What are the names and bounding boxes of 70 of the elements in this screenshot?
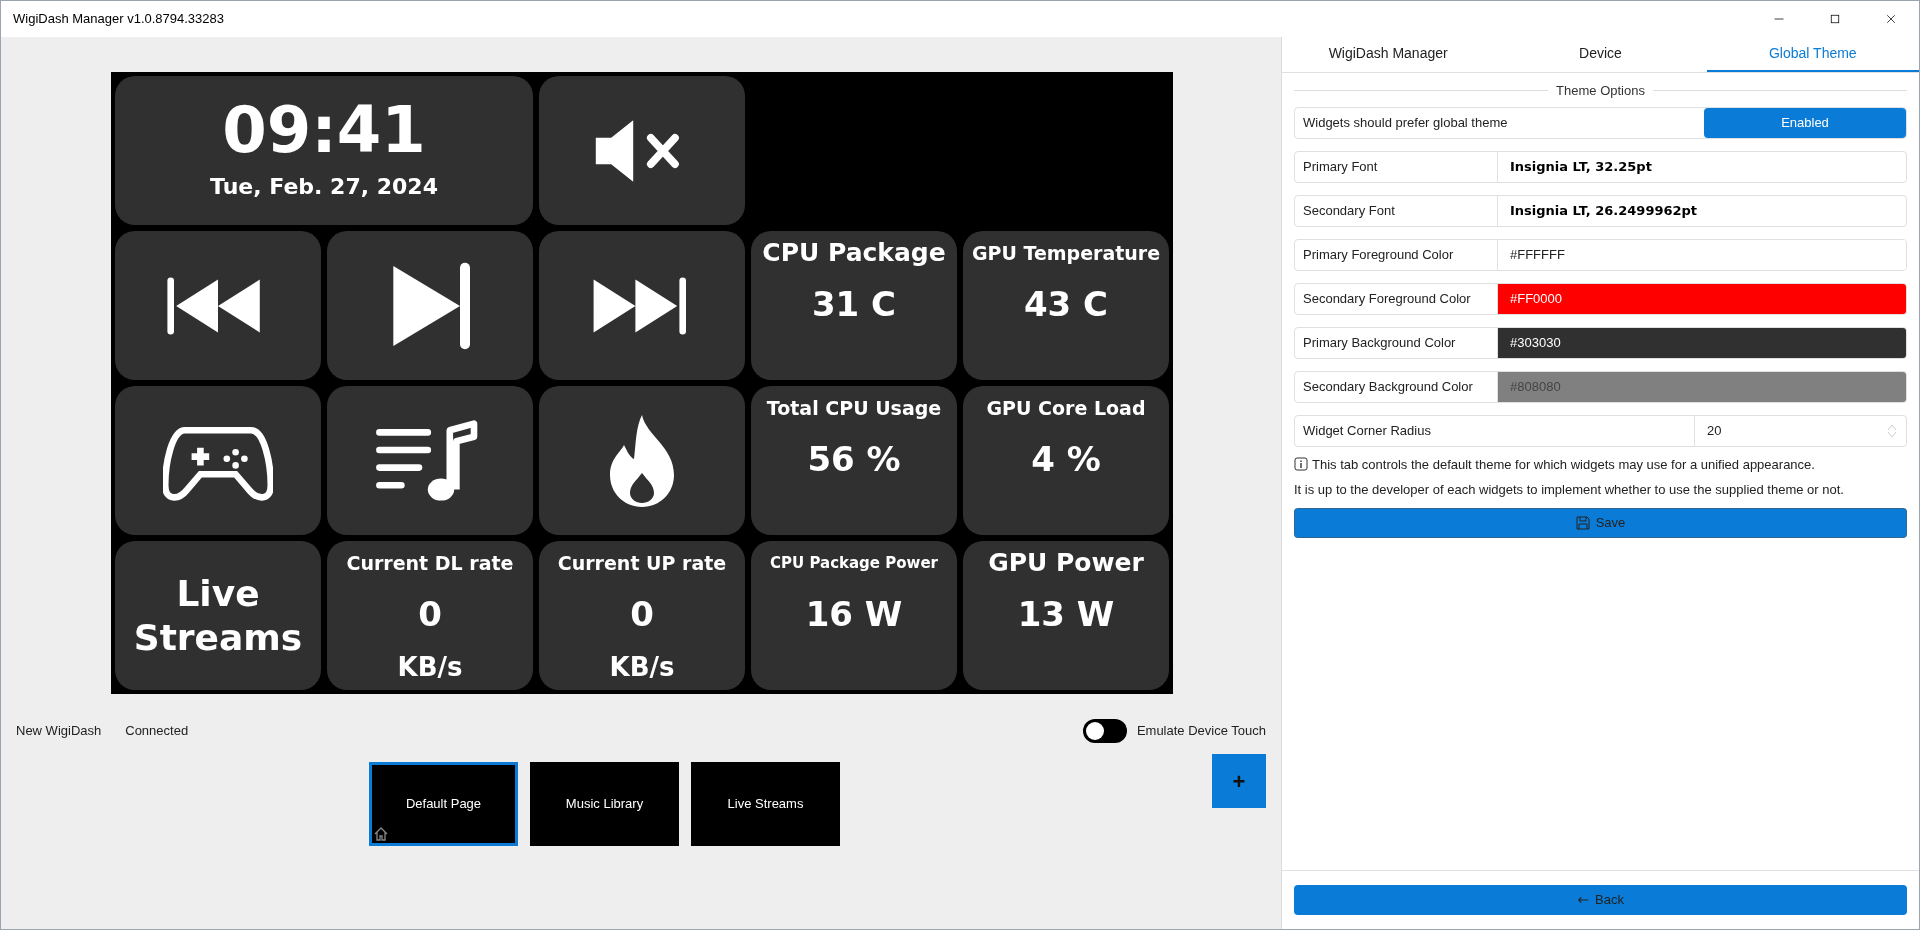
page-thumbnail[interactable]: Music Library	[530, 762, 679, 846]
setting-label: Secondary Font	[1295, 195, 1498, 226]
setting-label: Widgets should prefer global theme	[1302, 113, 1509, 132]
sensor-widget[interactable]: CPU Package 31 C	[751, 231, 957, 380]
maximize-icon[interactable]	[1829, 13, 1841, 25]
sensor-widget[interactable]: Total CPU Usage 56 %	[751, 386, 957, 535]
sensor-widget[interactable]: GPU Temperature 43 C	[963, 231, 1169, 380]
sensor-title: GPU Power	[988, 547, 1144, 580]
icon-widget[interactable]	[327, 386, 533, 535]
spinner-icon	[1886, 422, 1898, 439]
device-name: New WigiDash	[16, 722, 102, 741]
sensor-value: 0	[630, 593, 654, 636]
icon-widget[interactable]	[115, 386, 321, 535]
sensor-title: GPU Core Load	[986, 395, 1146, 421]
text-widget[interactable]: Live Streams	[115, 541, 321, 690]
sensor-value: 4 %	[1031, 438, 1101, 481]
clock-time: 09:41	[222, 98, 426, 162]
widget-label: Live Streams	[132, 571, 304, 660]
sensor-widget[interactable]: Current DL rate 0 KB/s	[327, 541, 533, 690]
section-heading: Theme Options	[1556, 82, 1645, 100]
info-text: This tab controls the default theme for which widgets may use for a unified appearance.	[1312, 455, 1815, 474]
number-field[interactable]: 20	[1695, 415, 1906, 446]
setting-label: Widget Corner Radius	[1295, 415, 1695, 446]
sensor-value: 13 W	[1017, 593, 1115, 636]
add-page-button[interactable]: +	[1212, 754, 1266, 808]
sensor-widget[interactable]: GPU Power 13 W	[963, 541, 1169, 690]
icon-widget[interactable]	[539, 386, 745, 535]
icon-widget[interactable]	[539, 231, 745, 380]
sensor-widget[interactable]: Current UP rate 0 KB/s	[539, 541, 745, 690]
clock-date: Tue, Feb. 27, 2024	[210, 173, 438, 201]
tab[interactable]: Global Theme	[1706, 37, 1919, 72]
page-thumbnail[interactable]: Default Page	[369, 762, 518, 846]
sensor-widget[interactable]: CPU Package Power 16 W	[751, 541, 957, 690]
icon-widget[interactable]	[327, 231, 533, 380]
icon-widget[interactable]	[539, 76, 745, 225]
sensor-title: Total CPU Usage	[766, 395, 942, 421]
color-field[interactable]: #303030	[1498, 327, 1906, 358]
connection-status: Connected	[125, 722, 189, 741]
tab[interactable]: WigiDash Manager	[1282, 37, 1495, 72]
toggle-label: Emulate Device Touch	[1136, 722, 1266, 741]
sensor-value: 43 C	[1023, 283, 1109, 326]
clock-widget[interactable]: 09:41 Tue, Feb. 27, 2024	[115, 76, 533, 225]
font-field[interactable]: Insignia LT, 32.25pt	[1498, 151, 1906, 182]
sensor-title: Current DL rate	[346, 550, 514, 576]
toggle-switch[interactable]	[1082, 719, 1127, 743]
sensor-unit: KB/s	[609, 651, 675, 684]
color-field[interactable]: #FF0000	[1498, 283, 1906, 314]
back-arrow-icon	[1577, 895, 1590, 905]
sensor-value: 31 C	[811, 283, 897, 326]
window-title: WigiDash Manager v1.0.8794.33283	[13, 10, 225, 29]
close-icon[interactable]	[1885, 13, 1897, 25]
sensor-value: 0	[418, 593, 442, 636]
setting-label: Primary Font	[1295, 151, 1498, 182]
info-icon	[1294, 457, 1308, 472]
sensor-title: CPU Package Power	[770, 552, 938, 574]
sensor-value: 16 W	[805, 593, 903, 636]
sensor-title: Current UP rate	[557, 550, 727, 576]
sensor-title: GPU Temperature	[971, 240, 1161, 266]
enabled-button[interactable]: Enabled	[1704, 107, 1906, 138]
back-button[interactable]: Back	[1294, 885, 1907, 915]
save-button[interactable]: Save	[1294, 507, 1907, 538]
sensor-widget[interactable]: GPU Core Load 4 %	[963, 386, 1169, 535]
sensor-unit: KB/s	[397, 651, 463, 684]
font-field[interactable]: Insignia LT, 26.2499962pt	[1498, 195, 1906, 226]
icon-widget[interactable]	[115, 231, 321, 380]
tab[interactable]: Device	[1494, 37, 1707, 72]
note-text: It is up to the developer of each widgets to implement whether to use the supplied theme or not.	[1294, 481, 1845, 499]
page-thumbnail[interactable]: Live Streams	[691, 762, 840, 846]
sensor-title: CPU Package	[762, 237, 946, 270]
sensor-value: 56 %	[807, 438, 901, 481]
